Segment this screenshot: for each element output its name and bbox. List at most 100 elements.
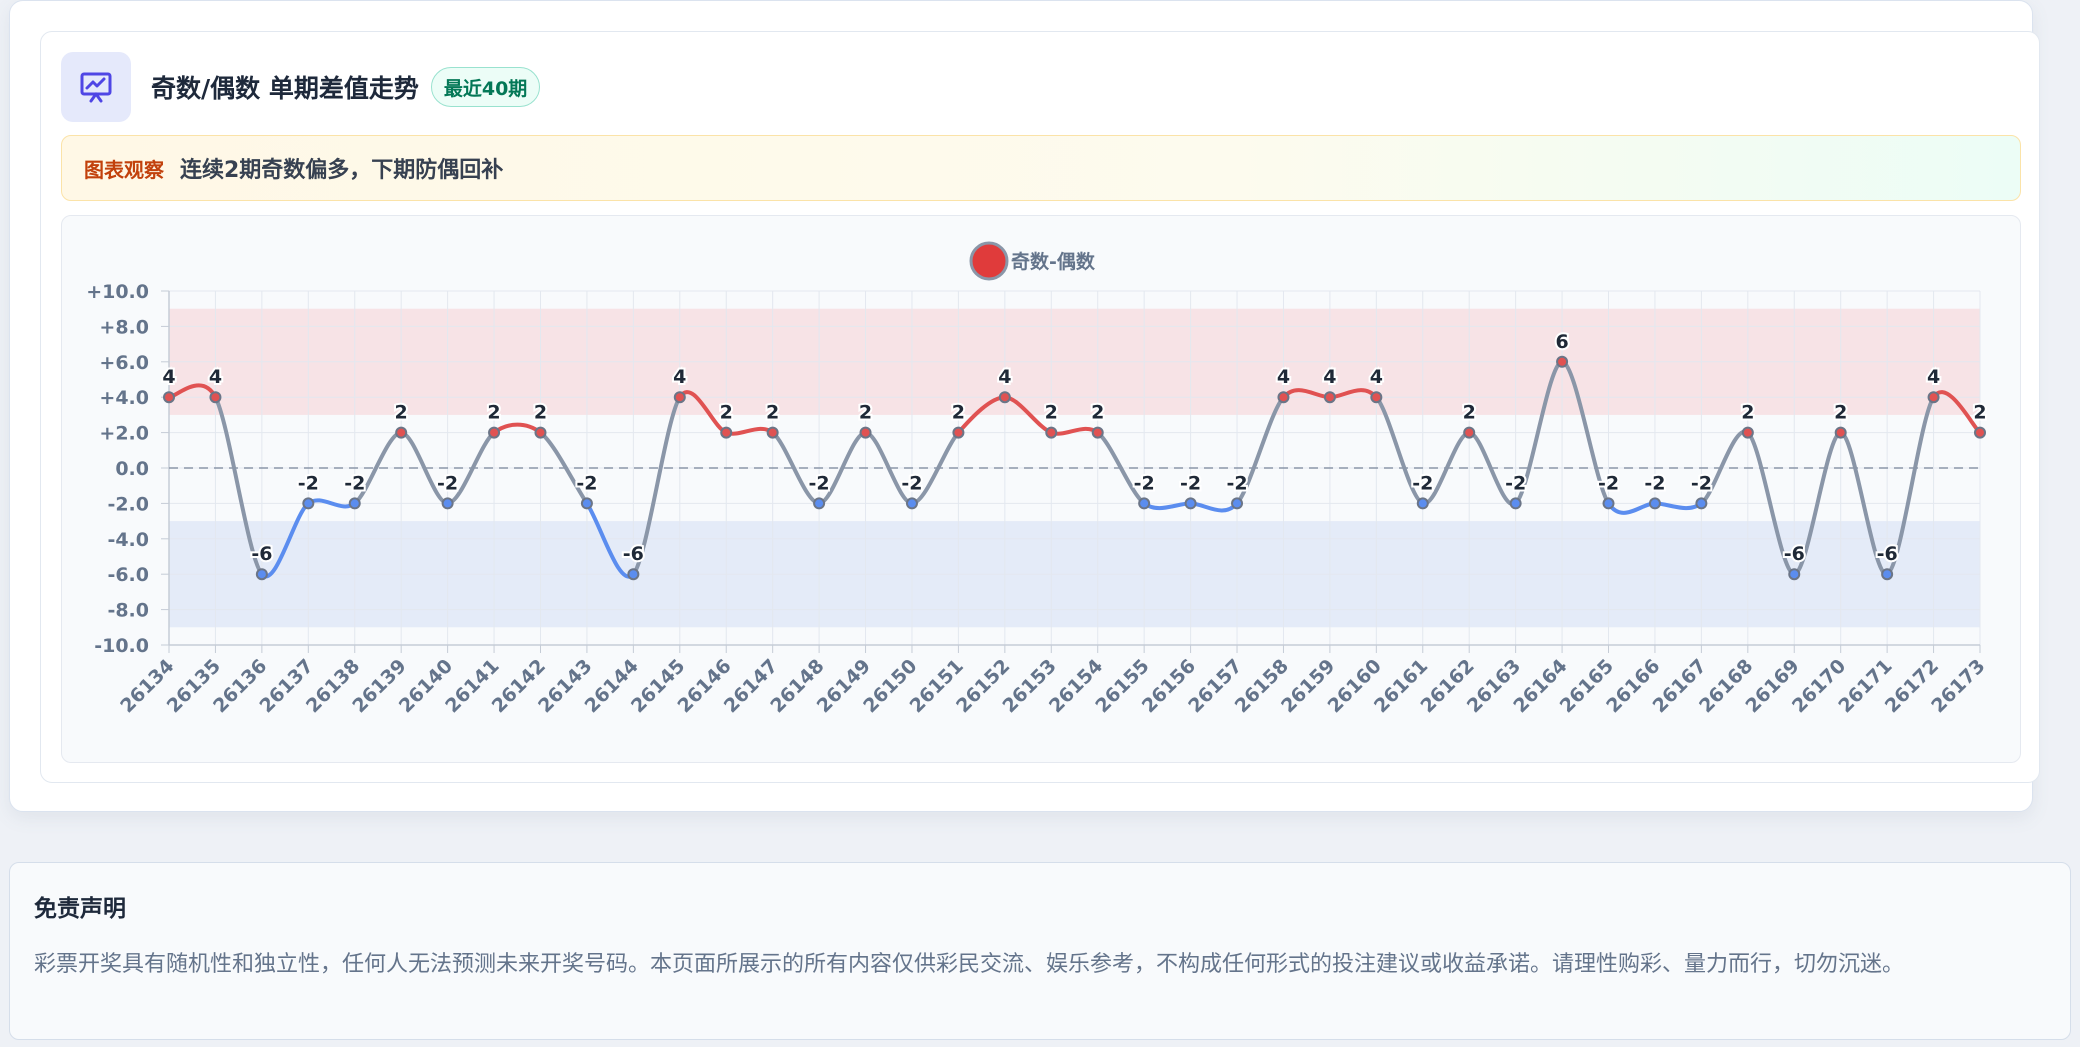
data-point bbox=[1045, 426, 1058, 439]
data-label: 4 bbox=[1927, 366, 1940, 388]
data-point bbox=[1695, 497, 1708, 510]
observation-banner: 图表观察 连续2期奇数偏多，下期防偶回补 bbox=[61, 135, 2021, 201]
data-point bbox=[720, 426, 733, 439]
y-tick-label: +2.0 bbox=[99, 423, 149, 445]
data-point bbox=[1648, 497, 1661, 510]
data-label: -2 bbox=[1180, 472, 1201, 494]
data-point bbox=[1602, 497, 1615, 510]
y-tick-label: +10.0 bbox=[86, 281, 149, 303]
data-point bbox=[302, 497, 315, 510]
period-badge: 最近40期 bbox=[430, 67, 541, 107]
data-label: 6 bbox=[1555, 331, 1568, 353]
legend: 奇数-偶数 bbox=[969, 241, 1096, 281]
data-point bbox=[1463, 426, 1476, 439]
series-line-segment bbox=[1652, 501, 1704, 511]
data-label: -6 bbox=[623, 543, 644, 565]
data-label: -6 bbox=[1877, 543, 1898, 565]
data-point bbox=[1091, 426, 1104, 439]
y-tick-label: -8.0 bbox=[107, 600, 149, 622]
observation-text: 连续2期奇数偏多，下期防偶回补 bbox=[180, 158, 504, 183]
data-point bbox=[673, 391, 686, 404]
observation-tag: 图表观察 bbox=[84, 157, 164, 182]
plot-area: +10.0 +8.0 +6.0 +4.0 +2.0 0.0 -2.0 -4.0 -6.0 -8.0… bbox=[61, 215, 2021, 763]
data-label: 2 bbox=[1834, 402, 1847, 424]
disclaimer-panel: 免责声明 彩票开奖具有随机性和独立性，任何人无法预测未来开奖号码。本页面所展示的… bbox=[9, 862, 2071, 1040]
data-label: 4 bbox=[673, 366, 686, 388]
data-label: 2 bbox=[1045, 402, 1058, 424]
data-point bbox=[395, 426, 408, 439]
series-line-segment bbox=[1142, 501, 1193, 511]
y-tick-label: +4.0 bbox=[99, 387, 149, 409]
data-point bbox=[1416, 497, 1429, 510]
data-point bbox=[1323, 391, 1336, 404]
data-label: -2 bbox=[1505, 472, 1526, 494]
data-label: -2 bbox=[1134, 472, 1155, 494]
data-label: -2 bbox=[1644, 472, 1665, 494]
data-point bbox=[1927, 391, 1940, 404]
page-title: 奇数/偶数 单期差值走势 bbox=[151, 74, 419, 103]
y-tick-label: -10.0 bbox=[94, 635, 149, 657]
data-label: 2 bbox=[487, 402, 500, 424]
chart-header: 奇数/偶数 单期差值走势 最近40期 bbox=[61, 52, 541, 122]
y-tick-label: -2.0 bbox=[107, 493, 149, 515]
disclaimer-text: 彩票开奖具有随机性和独立性，任何人无法预测未来开奖号码。本页面所展示的所有内容仅… bbox=[34, 952, 1905, 977]
data-label: 2 bbox=[1973, 402, 1986, 424]
data-point bbox=[534, 426, 547, 439]
data-label: -2 bbox=[576, 472, 597, 494]
data-label: -2 bbox=[1691, 472, 1712, 494]
disclaimer-title: 免责声明 bbox=[34, 896, 126, 922]
data-point bbox=[1881, 568, 1894, 581]
data-point bbox=[1741, 426, 1754, 439]
data-point bbox=[348, 497, 361, 510]
series-line-segment bbox=[1188, 501, 1240, 513]
data-point bbox=[1556, 355, 1569, 368]
data-point bbox=[952, 426, 965, 439]
data-label: -2 bbox=[344, 472, 365, 494]
data-point bbox=[627, 568, 640, 581]
data-point bbox=[1509, 497, 1522, 510]
odd-even-diff-chart: +10.0 +8.0 +6.0 +4.0 +2.0 0.0 -2.0 -4.0 -6.0 -8.0… bbox=[86, 241, 1990, 717]
data-point bbox=[859, 426, 872, 439]
data-point bbox=[1974, 426, 1986, 439]
data-point bbox=[1184, 497, 1197, 510]
data-label: 4 bbox=[998, 366, 1011, 388]
data-point bbox=[163, 391, 175, 404]
y-tick-label: -6.0 bbox=[107, 564, 149, 586]
data-label: 4 bbox=[162, 366, 175, 388]
data-label: -6 bbox=[251, 543, 272, 565]
data-label: 2 bbox=[1741, 402, 1754, 424]
data-point bbox=[766, 426, 779, 439]
data-label: 2 bbox=[952, 402, 965, 424]
legend-label: 奇数-偶数 bbox=[1011, 250, 1096, 273]
data-point bbox=[1138, 497, 1151, 510]
data-label: 2 bbox=[395, 402, 408, 424]
data-point bbox=[441, 497, 454, 510]
data-point bbox=[1277, 391, 1290, 404]
data-label: 2 bbox=[1463, 402, 1476, 424]
data-point bbox=[255, 568, 268, 581]
data-point bbox=[209, 391, 222, 404]
y-tick-label: +8.0 bbox=[99, 316, 149, 338]
legend-marker bbox=[969, 241, 1009, 281]
data-point bbox=[998, 391, 1011, 404]
data-point bbox=[813, 497, 826, 510]
data-point bbox=[905, 497, 918, 510]
data-label: -2 bbox=[437, 472, 458, 494]
series-line-segment bbox=[1606, 501, 1657, 515]
y-tick-label: +6.0 bbox=[99, 352, 149, 374]
data-label: -2 bbox=[1598, 472, 1619, 494]
y-tick-label: 0.0 bbox=[115, 458, 149, 480]
y-tick-label: -4.0 bbox=[107, 529, 149, 551]
series-line-segment bbox=[492, 422, 543, 435]
data-label: -6 bbox=[1784, 543, 1805, 565]
data-label: -2 bbox=[901, 472, 922, 494]
data-point bbox=[488, 426, 501, 439]
data-point bbox=[1788, 568, 1801, 581]
data-label: 4 bbox=[1277, 366, 1290, 388]
data-label: -2 bbox=[298, 472, 319, 494]
data-label: -2 bbox=[1226, 472, 1247, 494]
data-label: 2 bbox=[534, 402, 547, 424]
data-label: -2 bbox=[809, 472, 830, 494]
chart-card: 奇数/偶数 单期差值走势 最近40期 图表观察 连续2期奇数偏多，下期防偶回补 … bbox=[40, 31, 2040, 783]
data-label: 4 bbox=[1370, 366, 1383, 388]
